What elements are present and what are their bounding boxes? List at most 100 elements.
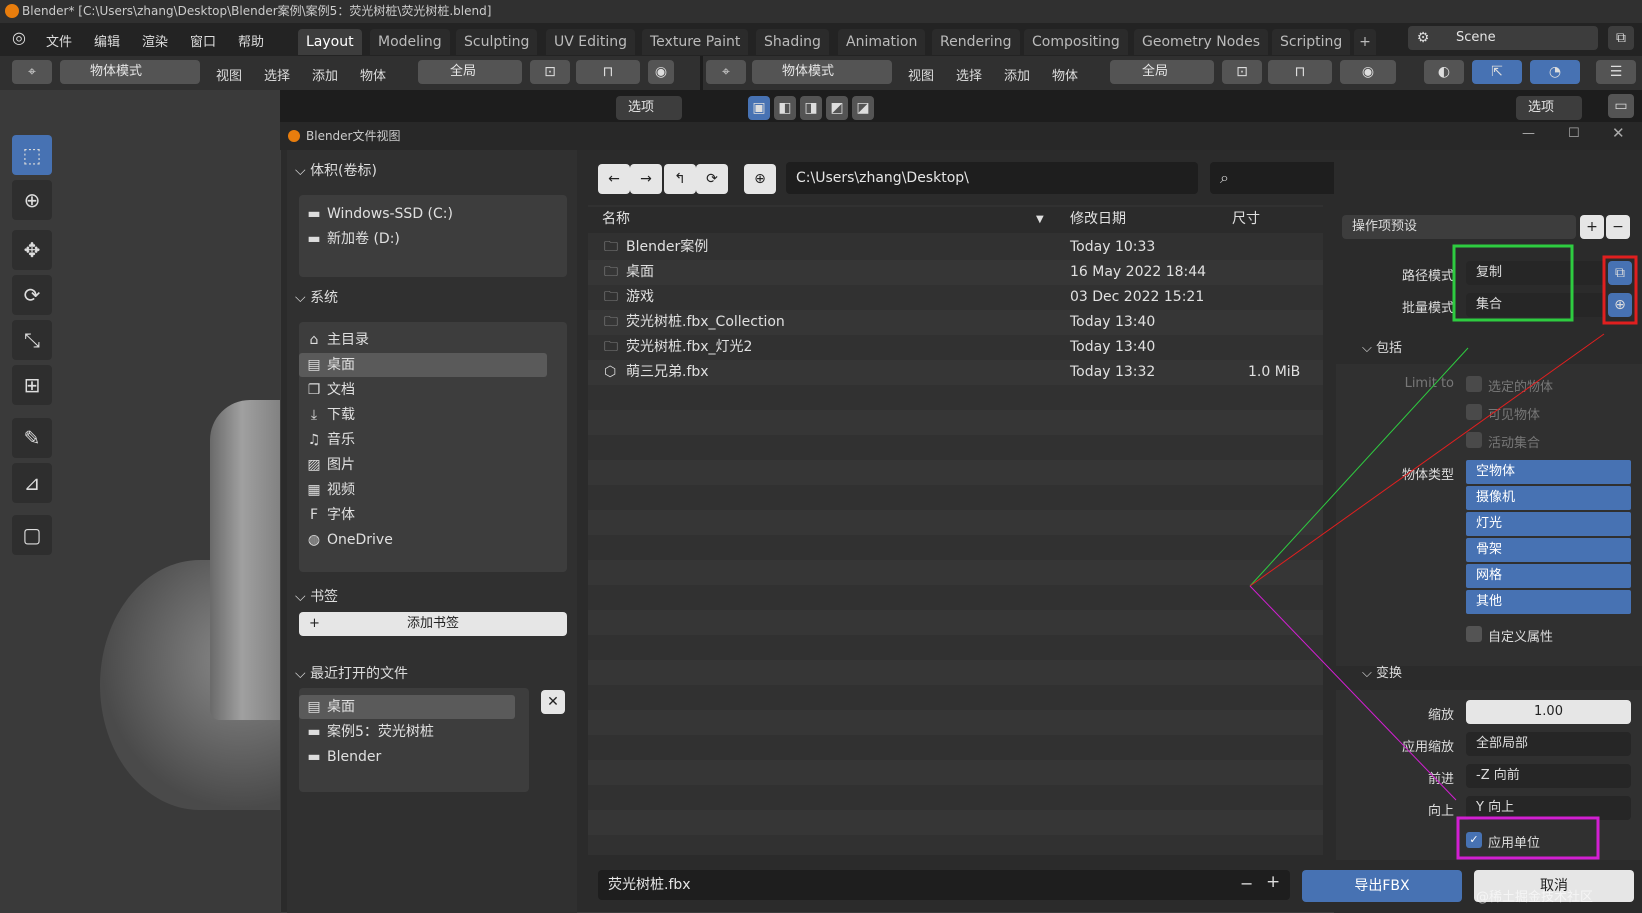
new-scene-icon[interactable]: ⧉ <box>1608 26 1634 50</box>
add-bookmark-button[interactable]: + 添加书签 <box>299 612 567 636</box>
tab-layout[interactable]: Layout <box>298 29 362 55</box>
system-item-videos[interactable]: ▦ 视频 <box>299 478 547 502</box>
select-invert-icon-right[interactable]: ◩ <box>826 96 848 120</box>
system-item-desktop[interactable]: ▤ 桌面 <box>299 353 547 377</box>
recent-item-case5[interactable]: ▬ 案例5：荧光树桩 <box>299 720 515 744</box>
editor-type-icon[interactable]: ⌖ <box>12 60 52 84</box>
pivot-icon[interactable]: ⊡ <box>530 60 570 84</box>
header-menu-add[interactable]: 添加 <box>312 65 338 84</box>
system-item-fonts[interactable]: F 字体 <box>299 503 547 527</box>
object-type-other[interactable]: 其他 <box>1466 590 1631 614</box>
add-preset-icon[interactable]: + <box>1580 215 1604 239</box>
mode-dropdown-left[interactable]: 物体模式 <box>60 60 200 84</box>
transform-orientation-right[interactable]: 全局 <box>1110 60 1214 84</box>
system-item-pictures[interactable]: ▨ 图片 <box>299 453 547 477</box>
select-subtract-icon-right[interactable]: ◨ <box>800 96 822 120</box>
file-row-2[interactable]: 🗀 游戏 03 Dec 2022 15:21 <box>588 285 1323 310</box>
header-menu-object-right[interactable]: 物体 <box>1052 65 1078 84</box>
transform-orientation-left[interactable]: 全局 <box>418 60 522 84</box>
close-icon[interactable]: ✕ <box>1612 124 1625 142</box>
increment-icon[interactable]: + <box>1266 872 1280 892</box>
menu-help[interactable]: 帮助 <box>238 31 264 50</box>
options-left[interactable]: 选项 <box>616 96 682 120</box>
menu-window[interactable]: 窗口 <box>190 31 216 50</box>
tab-sculpting[interactable]: Sculpting <box>456 29 538 55</box>
recent-header[interactable]: ⌵ 最近打开的文件 <box>295 663 408 683</box>
snap-icon[interactable]: ⊓ <box>576 60 640 84</box>
export-fbx-button[interactable]: 导出FBX <box>1302 870 1462 902</box>
custom-props-checkbox[interactable] <box>1466 626 1482 642</box>
rotate-tool-icon[interactable]: ⟳ <box>12 275 52 315</box>
transform-tool-icon[interactable]: ⊞ <box>12 365 52 405</box>
file-row-4[interactable]: 🗀 荧光树桩.fbx_灯光2 Today 13:40 <box>588 335 1323 360</box>
menu-render[interactable]: 渲染 <box>142 31 168 50</box>
pivot-icon-right[interactable]: ⊡ <box>1222 60 1262 84</box>
tab-texture-paint[interactable]: Texture Paint <box>642 29 749 55</box>
header-menu-add-right[interactable]: 添加 <box>1004 65 1030 84</box>
new-folder-icon[interactable]: ⊕ <box>744 164 776 194</box>
forward-icon[interactable]: → <box>630 164 662 194</box>
select-intersect-icon-right[interactable]: ◪ <box>852 96 874 120</box>
scale-field[interactable]: 1.00 <box>1466 700 1631 724</box>
volumes-header[interactable]: ⌵ 体积(卷标) <box>295 160 377 180</box>
col-date-header[interactable]: 修改日期 <box>1070 207 1126 232</box>
add-cube-tool-icon[interactable]: ▢ <box>12 515 52 555</box>
remove-preset-icon[interactable]: − <box>1606 215 1630 239</box>
refresh-icon[interactable]: ⟳ <box>696 164 728 194</box>
system-item-onedrive[interactable]: ◍ OneDrive <box>299 528 547 552</box>
include-section-header[interactable]: ⌵ 包括 <box>1342 335 1642 363</box>
file-row-3[interactable]: 🗀 荧光树桩.fbx_Collection Today 13:40 <box>588 310 1323 335</box>
file-row-0[interactable]: 🗀 Blender案例 Today 10:33 <box>588 235 1323 260</box>
options-right[interactable]: 选项 <box>1516 96 1582 120</box>
limit-active-collection-checkbox[interactable] <box>1466 432 1482 448</box>
editor-type-icon-right[interactable]: ⌖ <box>706 60 746 84</box>
sort-icon[interactable]: ▼ <box>1036 207 1044 232</box>
annotate-tool-icon[interactable]: ✎ <box>12 418 52 458</box>
apply-unit-checkbox[interactable]: ✓ <box>1466 832 1482 848</box>
menu-edit[interactable]: 编辑 <box>94 31 120 50</box>
system-item-downloads[interactable]: ⤓ 下载 <box>299 403 547 427</box>
transform-section-header[interactable]: ⌵ 变换 <box>1342 660 1642 688</box>
tab-animation[interactable]: Animation <box>838 29 926 55</box>
path-field[interactable]: C:\Users\zhang\Desktop\ <box>786 162 1198 194</box>
system-item-documents[interactable]: ❐ 文档 <box>299 378 547 402</box>
blender-menu-icon[interactable]: ◎ <box>12 28 26 47</box>
sidebar-toggle-icon[interactable]: ▭ <box>1608 94 1634 118</box>
tab-scripting[interactable]: Scripting <box>1272 29 1351 55</box>
select-box-icon-right[interactable]: ▣ <box>748 96 770 120</box>
proportional-icon[interactable]: ◉ <box>648 60 674 84</box>
bookmarks-header[interactable]: ⌵ 书签 <box>295 586 338 606</box>
add-workspace-button[interactable]: + <box>1354 29 1376 55</box>
header-menu-view[interactable]: 视图 <box>216 65 242 84</box>
header-menu-object[interactable]: 物体 <box>360 65 386 84</box>
batch-mode-dropdown[interactable]: 集合 <box>1466 293 1606 317</box>
volume-c[interactable]: ▬ Windows-SSD (C:) <box>299 202 547 226</box>
apply-scaling-dropdown[interactable]: 全部局部 <box>1466 732 1631 756</box>
embed-textures-icon[interactable]: ⧉ <box>1608 261 1632 285</box>
decrement-icon[interactable]: − <box>1240 874 1253 893</box>
system-item-music[interactable]: ♫ 音乐 <box>299 428 547 452</box>
cursor-tool-icon[interactable]: ⊕ <box>12 180 52 220</box>
tab-compositing[interactable]: Compositing <box>1024 29 1128 55</box>
limit-selected-checkbox[interactable] <box>1466 376 1482 392</box>
overlay-icon[interactable]: ◔ <box>1530 60 1580 84</box>
object-type-empty[interactable]: 空物体 <box>1466 460 1631 484</box>
col-name-header[interactable]: 名称 <box>602 207 630 232</box>
tab-rendering[interactable]: Rendering <box>932 29 1020 55</box>
header-menu-select-right[interactable]: 选择 <box>956 65 982 84</box>
recent-item-blender[interactable]: ▬ Blender <box>299 745 515 769</box>
object-type-camera[interactable]: 摄像机 <box>1466 486 1631 510</box>
visibility-icon[interactable]: ◐ <box>1424 60 1464 84</box>
proportional-icon-right[interactable]: ◉ <box>1340 60 1396 84</box>
header-menu-view-right[interactable]: 视图 <box>908 65 934 84</box>
filename-field[interactable]: 荧光树桩.fbx <box>598 870 1290 900</box>
system-item-home[interactable]: ⌂ 主目录 <box>299 328 547 352</box>
tab-shading[interactable]: Shading <box>756 29 829 55</box>
select-extend-icon-right[interactable]: ◧ <box>774 96 796 120</box>
volume-d[interactable]: ▬ 新加卷 (D:) <box>299 227 547 251</box>
file-row-5[interactable]: ⬡ 萌三兄弟.fbx Today 13:32 1.0 MiB <box>588 360 1323 385</box>
select-tool-icon[interactable]: ⬚ <box>12 135 52 175</box>
menu-file[interactable]: 文件 <box>46 31 72 50</box>
up-dropdown[interactable]: Y 向上 <box>1466 796 1631 820</box>
maximize-icon[interactable]: ☐ <box>1568 126 1580 141</box>
